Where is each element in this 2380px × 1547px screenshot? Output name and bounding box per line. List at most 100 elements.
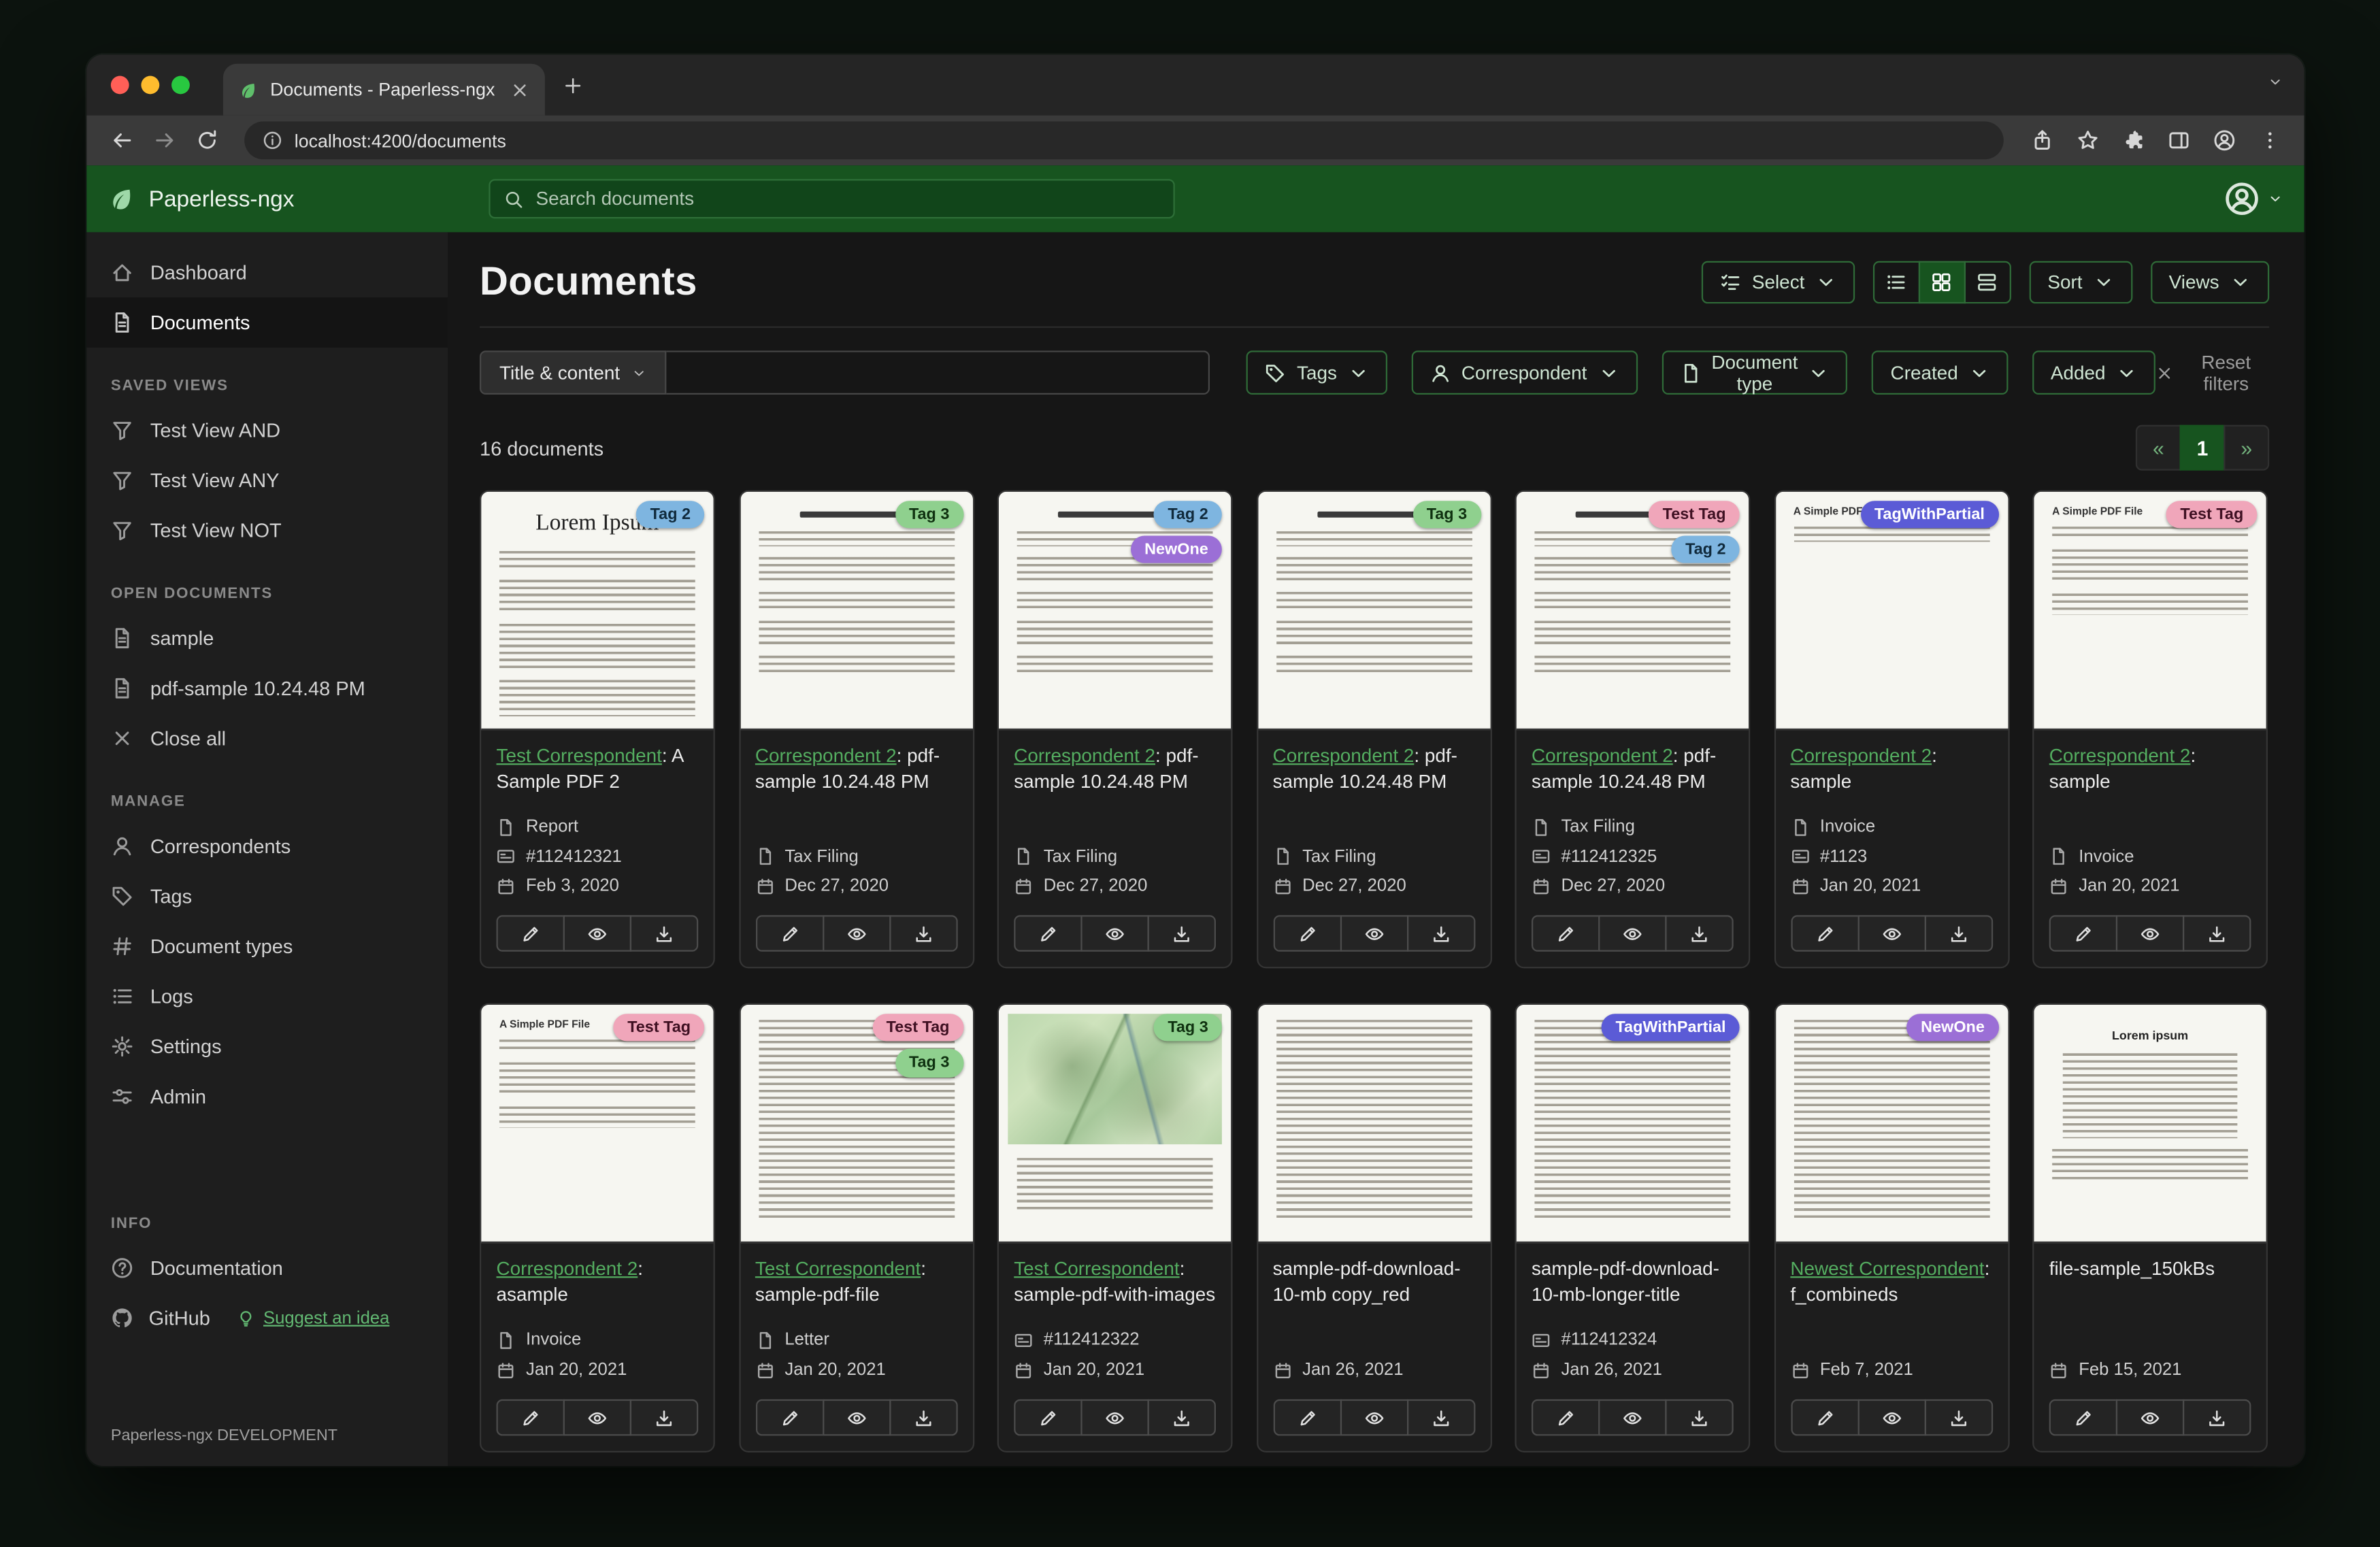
sidebar-item-settings[interactable]: Settings	[86, 1021, 448, 1071]
window-minimize-button[interactable]	[141, 76, 160, 95]
tag-badge[interactable]: TagWithPartial	[1602, 1014, 1740, 1042]
pagination-page-1[interactable]: 1	[2179, 425, 2226, 471]
edit-document-button[interactable]	[1014, 915, 1082, 952]
views-dropdown-button[interactable]: Views	[2150, 260, 2270, 303]
correspondent-link[interactable]: Correspondent 2	[1790, 745, 1932, 766]
correspondent-link[interactable]: Correspondent 2	[1273, 745, 1415, 766]
edit-document-button[interactable]	[2049, 915, 2118, 952]
document-card[interactable]: Test Tag Tag 3 Test Correspondent: sample-…	[738, 1003, 974, 1452]
document-card[interactable]: sample-pdf-download-10-mb copy_red Jan 26…	[1256, 1003, 1491, 1452]
browser-puzzle-button[interactable]	[2113, 120, 2152, 160]
tag-badge[interactable]: Tag 2	[1154, 501, 1222, 529]
download-document-button[interactable]	[2183, 1399, 2251, 1436]
sidebar-item-correspondents[interactable]: Correspondents	[86, 821, 448, 871]
correspondent-link[interactable]: Test Correspondent	[1014, 1259, 1179, 1280]
select-dropdown-button[interactable]: Select	[1702, 260, 1855, 303]
tag-badge[interactable]: Tag 2	[1671, 535, 1740, 564]
download-document-button[interactable]	[1406, 1399, 1475, 1436]
download-document-button[interactable]	[1147, 915, 1216, 952]
edit-document-button[interactable]	[1531, 915, 1600, 952]
tag-badge[interactable]: Tag 3	[895, 1049, 963, 1077]
edit-document-button[interactable]	[1014, 1399, 1082, 1436]
filter-created-button[interactable]: Created	[1872, 350, 2009, 395]
tag-badge[interactable]: Test Tag	[872, 1014, 963, 1042]
browser-panel-button[interactable]	[2158, 120, 2198, 160]
sidebar-item-test-view-any[interactable]: Test View ANY	[86, 455, 448, 505]
window-close-button[interactable]	[110, 76, 129, 95]
tag-badge[interactable]: Test Tag	[1649, 501, 1740, 529]
document-card[interactable]: Tag 3 Test Correspondent: sample-pdf-with…	[997, 1003, 1233, 1452]
correspondent-link[interactable]: Correspondent 2	[1014, 745, 1155, 766]
view-document-button[interactable]	[1080, 1399, 1149, 1436]
download-document-button[interactable]	[1665, 915, 1734, 952]
document-thumbnail[interactable]: Test Tag Tag 3	[740, 1005, 972, 1244]
sidebar-item-document-types[interactable]: Document types	[86, 921, 448, 971]
document-card[interactable]: NewOne Newest Correspondent: f_combineds F…	[1773, 1003, 2009, 1452]
edit-document-button[interactable]	[755, 1399, 824, 1436]
download-document-button[interactable]	[1923, 1399, 1993, 1436]
tab-close-icon[interactable]	[510, 80, 530, 99]
edit-document-button[interactable]	[1790, 915, 1859, 952]
edit-document-button[interactable]	[496, 915, 565, 952]
download-document-button[interactable]	[629, 915, 699, 952]
sort-dropdown-button[interactable]: Sort	[2029, 260, 2133, 303]
tag-badge[interactable]: NewOne	[1907, 1014, 1998, 1042]
tag-badge[interactable]: Test Tag	[614, 1014, 705, 1042]
sidebar-item-tags[interactable]: Tags	[86, 871, 448, 922]
document-card[interactable]: Tag 2 Lorem Ipsum Test Correspondent: A Sa…	[479, 490, 715, 969]
download-document-button[interactable]	[889, 915, 957, 952]
view-document-button[interactable]	[1598, 1399, 1667, 1436]
sidebar-item-documents[interactable]: Documents	[86, 297, 448, 348]
document-thumbnail[interactable]: Test Tag A Simple PDF File	[481, 1005, 714, 1244]
document-thumbnail[interactable]	[1257, 1005, 1490, 1244]
document-thumbnail[interactable]: Tag 3	[740, 491, 972, 731]
window-zoom-button[interactable]	[171, 76, 190, 95]
document-thumbnail[interactable]: Lorem ipsum	[2034, 1005, 2266, 1244]
correspondent-link[interactable]: Correspondent 2	[2049, 745, 2191, 766]
browser-back-button[interactable]	[101, 120, 141, 160]
sidebar-item-logs[interactable]: Logs	[86, 971, 448, 1022]
download-document-button[interactable]	[2183, 915, 2251, 952]
sidebar-item-test-view-not[interactable]: Test View NOT	[86, 505, 448, 556]
filter-field-dropdown[interactable]: Title & content	[479, 350, 667, 395]
view-toggle-listul[interactable]	[1872, 260, 1920, 303]
site-info-icon[interactable]	[263, 131, 282, 150]
view-toggle-rows[interactable]	[1964, 260, 2011, 303]
edit-document-button[interactable]	[1790, 1399, 1859, 1436]
view-document-button[interactable]	[2115, 1399, 2185, 1436]
document-card[interactable]: TagWithPartial A Simple PDF File Correspon…	[1773, 490, 2009, 969]
sidebar-item-documentation[interactable]: Documentation	[86, 1243, 448, 1293]
edit-document-button[interactable]	[1272, 915, 1342, 952]
download-document-button[interactable]	[1406, 915, 1475, 952]
document-card[interactable]: Test Tag A Simple PDF File Correspondent 2…	[2032, 490, 2268, 969]
document-card[interactable]: Test Tag Tag 2 Correspondent 2: pdf-sample…	[1515, 490, 1751, 969]
view-document-button[interactable]	[1339, 1399, 1408, 1436]
document-card[interactable]: TagWithPartial sample-pdf-download-10-mb-…	[1515, 1003, 1751, 1452]
app-brand[interactable]: Paperless-ngx	[108, 185, 295, 212]
download-document-button[interactable]	[1665, 1399, 1734, 1436]
new-tab-button[interactable]	[563, 75, 583, 95]
view-document-button[interactable]	[1598, 915, 1667, 952]
document-thumbnail[interactable]: NewOne	[1775, 1005, 2008, 1244]
view-document-button[interactable]	[2115, 915, 2185, 952]
download-document-button[interactable]	[1923, 915, 1993, 952]
pagination-prev-button[interactable]: «	[2135, 425, 2181, 471]
browser-share-button[interactable]	[2022, 120, 2062, 160]
browser-star-button[interactable]	[2067, 120, 2106, 160]
document-thumbnail[interactable]: Tag 3	[1257, 491, 1490, 731]
filter-text-input[interactable]	[667, 350, 1210, 395]
document-thumbnail[interactable]: Tag 2 NewOne	[998, 491, 1232, 731]
sidebar-item-sample[interactable]: sample	[86, 613, 448, 663]
download-document-button[interactable]	[1147, 1399, 1216, 1436]
correspondent-link[interactable]: Correspondent 2	[497, 1259, 638, 1280]
correspondent-link[interactable]: Correspondent 2	[755, 745, 897, 766]
correspondent-link[interactable]: Test Correspondent	[497, 745, 662, 766]
tag-badge[interactable]: NewOne	[1130, 535, 1222, 564]
sidebar-item-close-all[interactable]: Close all	[86, 714, 448, 764]
document-thumbnail[interactable]: Tag 2 Lorem Ipsum	[481, 491, 714, 731]
browser-reload-button[interactable]	[186, 120, 226, 160]
edit-document-button[interactable]	[755, 915, 824, 952]
address-bar[interactable]: localhost:4200/documents	[244, 121, 2004, 160]
sidebar-item-admin[interactable]: Admin	[86, 1071, 448, 1122]
filter-correspondent-button[interactable]: Correspondent	[1411, 350, 1638, 395]
